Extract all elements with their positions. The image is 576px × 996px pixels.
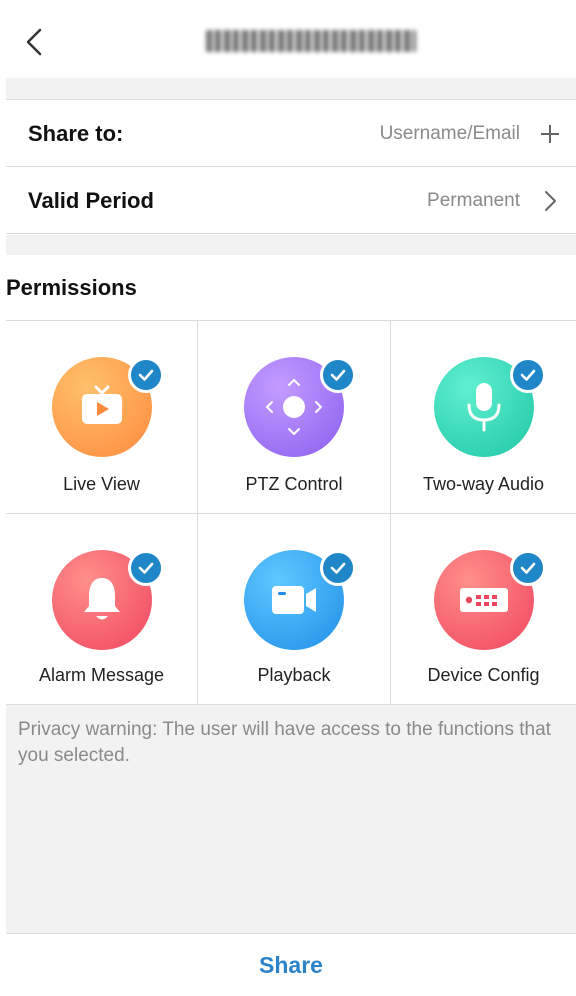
back-button[interactable]	[20, 24, 50, 60]
valid-period-label: Valid Period	[28, 187, 154, 213]
section-divider	[6, 78, 576, 100]
chevron-left-icon	[26, 28, 42, 56]
share-button[interactable]: Share	[259, 952, 323, 979]
alarm-message-label: Alarm Message	[38, 665, 165, 685]
device-config-label: Device Config	[427, 665, 540, 685]
check-icon	[520, 369, 535, 381]
permission-ptz-control[interactable]: PTZ Control	[198, 321, 391, 514]
permissions-title: Permissions	[6, 255, 576, 321]
plus-icon[interactable]	[538, 122, 562, 146]
chevron-right-icon	[545, 190, 556, 211]
alarm-message-checkmark[interactable]	[127, 550, 164, 586]
two-way-audio-label: Two-way Audio	[422, 474, 545, 494]
permission-playback[interactable]: Playback	[198, 514, 391, 705]
permissions-grid: Live View PTZ Control Two-way Audio Alar…	[6, 321, 576, 705]
check-icon	[138, 562, 153, 574]
check-icon	[330, 562, 346, 574]
share-device-page: Share to: Username/Email Valid Period Pe…	[6, 0, 576, 996]
share-to-placeholder[interactable]: Username/Email	[380, 123, 520, 145]
microphone-icon	[467, 383, 500, 432]
check-icon	[520, 562, 535, 574]
valid-period-row[interactable]: Valid Period Permanent	[6, 168, 576, 234]
permission-live-view[interactable]: Live View	[6, 321, 198, 514]
permission-two-way-audio[interactable]: Two-way Audio	[391, 321, 576, 514]
header	[6, 0, 576, 78]
privacy-warning: Privacy warning: The user will have acce…	[6, 705, 576, 933]
share-to-label: Share to:	[28, 120, 124, 146]
permission-alarm-message[interactable]: Alarm Message	[6, 514, 198, 705]
two-way-audio-checkmark[interactable]	[509, 357, 546, 393]
device-config-checkmark[interactable]	[509, 550, 546, 586]
bottom-bar: Share	[6, 933, 576, 996]
ptz-control-label: PTZ Control	[245, 474, 343, 494]
page-title-redacted	[206, 30, 416, 52]
ptz-icon	[265, 378, 323, 436]
permission-device-config[interactable]: Device Config	[391, 514, 576, 705]
live-view-label: Live View	[63, 474, 140, 494]
device-icon	[459, 588, 508, 612]
bell-icon	[83, 578, 120, 620]
share-to-row[interactable]: Share to: Username/Email	[6, 101, 576, 167]
playback-checkmark[interactable]	[320, 550, 356, 586]
check-icon	[330, 369, 346, 381]
ptz-control-checkmark[interactable]	[320, 357, 356, 393]
playback-label: Playback	[257, 665, 331, 685]
valid-period-value: Permanent	[427, 189, 520, 211]
video-camera-icon	[272, 586, 316, 614]
section-divider	[6, 235, 576, 255]
check-icon	[138, 369, 153, 381]
live-view-checkmark[interactable]	[127, 357, 164, 393]
tv-icon	[81, 385, 122, 424]
